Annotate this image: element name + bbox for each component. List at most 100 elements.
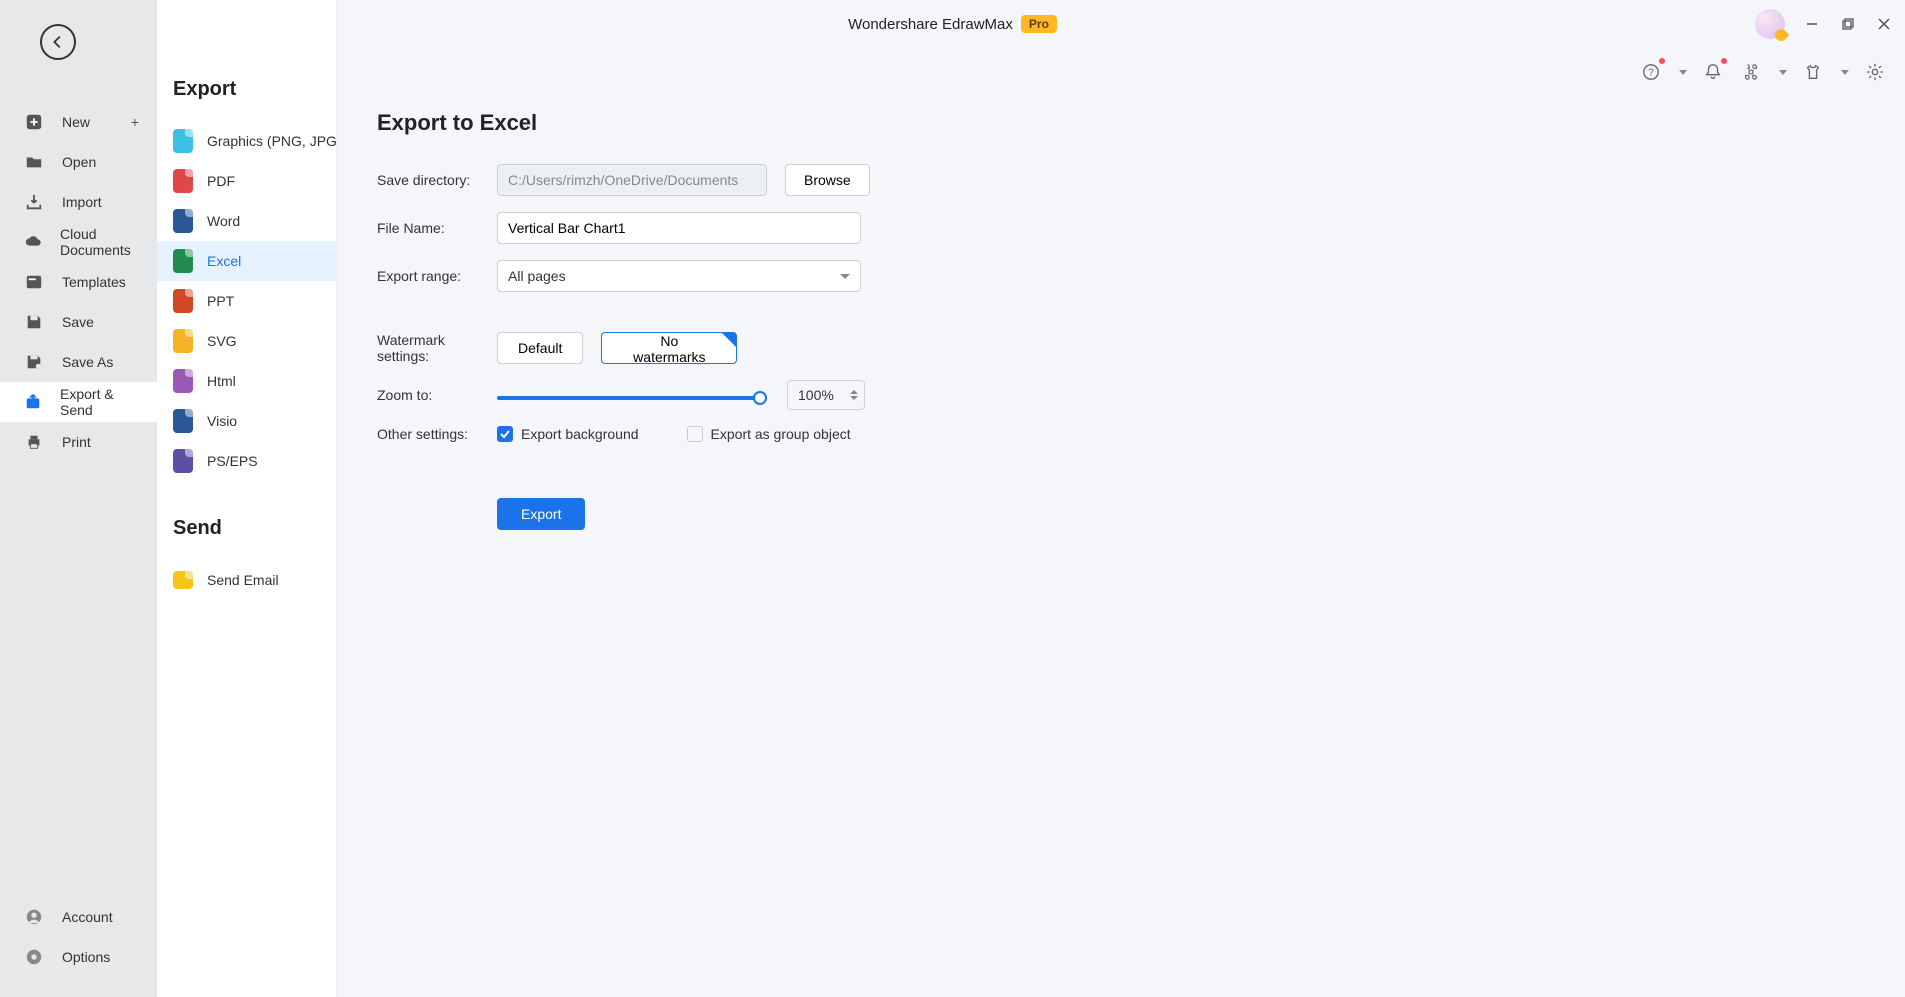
- nav-new[interactable]: New +: [0, 102, 157, 142]
- format-label: Graphics (PNG, JPG et...: [207, 133, 336, 149]
- row-watermark: Watermark settings: Default No watermark…: [377, 332, 1865, 364]
- svg-file-icon: [173, 329, 193, 353]
- send-heading: Send: [157, 505, 336, 560]
- row-export-range: Export range: All pages: [377, 260, 1865, 292]
- nav-label: Export & Send: [60, 386, 139, 418]
- nav-account[interactable]: Account: [0, 897, 157, 937]
- format-label: Visio: [207, 413, 237, 429]
- nav-label: Cloud Documents: [60, 226, 139, 258]
- format-excel[interactable]: Excel: [157, 241, 336, 281]
- watermark-default-button[interactable]: Default: [497, 332, 583, 364]
- zoom-slider-wrap: [497, 387, 767, 403]
- nav-save-as[interactable]: Save As: [0, 342, 157, 382]
- label-file-name: File Name:: [377, 220, 497, 236]
- format-label: Excel: [207, 253, 241, 269]
- ppt-file-icon: [173, 289, 193, 313]
- row-other: Other settings: Export background Export…: [377, 426, 1865, 442]
- visio-file-icon: [173, 409, 193, 433]
- nav-label: Save As: [62, 354, 113, 370]
- nav-label: Templates: [62, 274, 126, 290]
- add-icon[interactable]: +: [131, 114, 139, 130]
- cloud-icon: [24, 232, 42, 252]
- nav-print[interactable]: Print: [0, 422, 157, 462]
- zoom-stepper-arrows[interactable]: [850, 390, 858, 400]
- import-icon: [24, 192, 44, 212]
- chevron-down-icon[interactable]: [850, 396, 858, 400]
- format-label: PS/EPS: [207, 453, 258, 469]
- html-file-icon: [173, 369, 193, 393]
- checkbox-icon: [687, 426, 703, 442]
- format-label: Word: [207, 213, 240, 229]
- main-panel: Export to Excel Save directory: Browse F…: [337, 0, 1905, 997]
- checkbox-icon: [497, 426, 513, 442]
- zoom-value: 100%: [798, 387, 834, 403]
- label-watermark: Watermark settings:: [377, 332, 497, 364]
- row-export-button: Export: [377, 498, 1865, 530]
- gear-icon: [24, 947, 44, 967]
- export-range-value: All pages: [508, 268, 566, 284]
- label-export-range: Export range:: [377, 268, 497, 284]
- format-label: PDF: [207, 173, 235, 189]
- format-pdf[interactable]: PDF: [157, 161, 336, 201]
- format-sidebar: Export Graphics (PNG, JPG et... PDF Word…: [157, 0, 337, 997]
- format-html[interactable]: Html: [157, 361, 336, 401]
- format-label: PPT: [207, 293, 234, 309]
- export-heading: Export: [157, 66, 336, 121]
- word-file-icon: [173, 209, 193, 233]
- back-button[interactable]: [40, 24, 76, 60]
- export-range-select[interactable]: All pages: [497, 260, 861, 292]
- browse-button[interactable]: Browse: [785, 164, 870, 196]
- nav-templates[interactable]: Templates: [0, 262, 157, 302]
- checkbox-label: Export as group object: [711, 426, 851, 442]
- nav-label: New: [62, 114, 90, 130]
- file-name-input[interactable]: [497, 212, 861, 244]
- zoom-slider[interactable]: [497, 396, 767, 400]
- nav-export-send[interactable]: Export & Send: [0, 382, 157, 422]
- nav-open[interactable]: Open: [0, 142, 157, 182]
- pdf-file-icon: [173, 169, 193, 193]
- label-zoom: Zoom to:: [377, 387, 497, 403]
- chevron-up-icon[interactable]: [850, 390, 858, 394]
- account-icon: [24, 907, 44, 927]
- nav-list: New + Open Import Cloud Documents Templa…: [0, 102, 157, 462]
- print-icon: [24, 432, 44, 452]
- nav-options[interactable]: Options: [0, 937, 157, 977]
- format-ppt[interactable]: PPT: [157, 281, 336, 321]
- format-ps-eps[interactable]: PS/EPS: [157, 441, 336, 481]
- page-title: Export to Excel: [377, 110, 1865, 136]
- export-background-checkbox[interactable]: Export background: [497, 426, 639, 442]
- watermark-none-button[interactable]: No watermarks: [601, 332, 737, 364]
- label-other: Other settings:: [377, 426, 497, 442]
- format-svg[interactable]: SVG: [157, 321, 336, 361]
- graphics-file-icon: [173, 129, 193, 153]
- primary-sidebar: New + Open Import Cloud Documents Templa…: [0, 0, 157, 997]
- folder-icon: [24, 152, 44, 172]
- format-visio[interactable]: Visio: [157, 401, 336, 441]
- nav-label: Print: [62, 434, 91, 450]
- ps-file-icon: [173, 449, 193, 473]
- row-zoom: Zoom to: 100%: [377, 380, 1865, 410]
- format-word[interactable]: Word: [157, 201, 336, 241]
- row-save-directory: Save directory: Browse: [377, 164, 1865, 196]
- send-email[interactable]: Send Email: [157, 560, 336, 600]
- plus-square-icon: [24, 112, 44, 132]
- nav-label: Account: [62, 909, 113, 925]
- export-button[interactable]: Export: [497, 498, 585, 530]
- nav-label: Save: [62, 314, 94, 330]
- templates-icon: [24, 272, 44, 292]
- nav-save[interactable]: Save: [0, 302, 157, 342]
- nav-label: Options: [62, 949, 110, 965]
- mail-icon: [173, 571, 193, 589]
- nav-import[interactable]: Import: [0, 182, 157, 222]
- save-as-icon: [24, 352, 44, 372]
- label-save-directory: Save directory:: [377, 172, 497, 188]
- nav-cloud-documents[interactable]: Cloud Documents: [0, 222, 157, 262]
- export-group-checkbox[interactable]: Export as group object: [687, 426, 851, 442]
- excel-file-icon: [173, 249, 193, 273]
- nav-label: Open: [62, 154, 96, 170]
- format-label: Send Email: [207, 572, 279, 588]
- nav-label: Import: [62, 194, 102, 210]
- zoom-spinner[interactable]: 100%: [787, 380, 865, 410]
- checkbox-label: Export background: [521, 426, 639, 442]
- format-graphics[interactable]: Graphics (PNG, JPG et...: [157, 121, 336, 161]
